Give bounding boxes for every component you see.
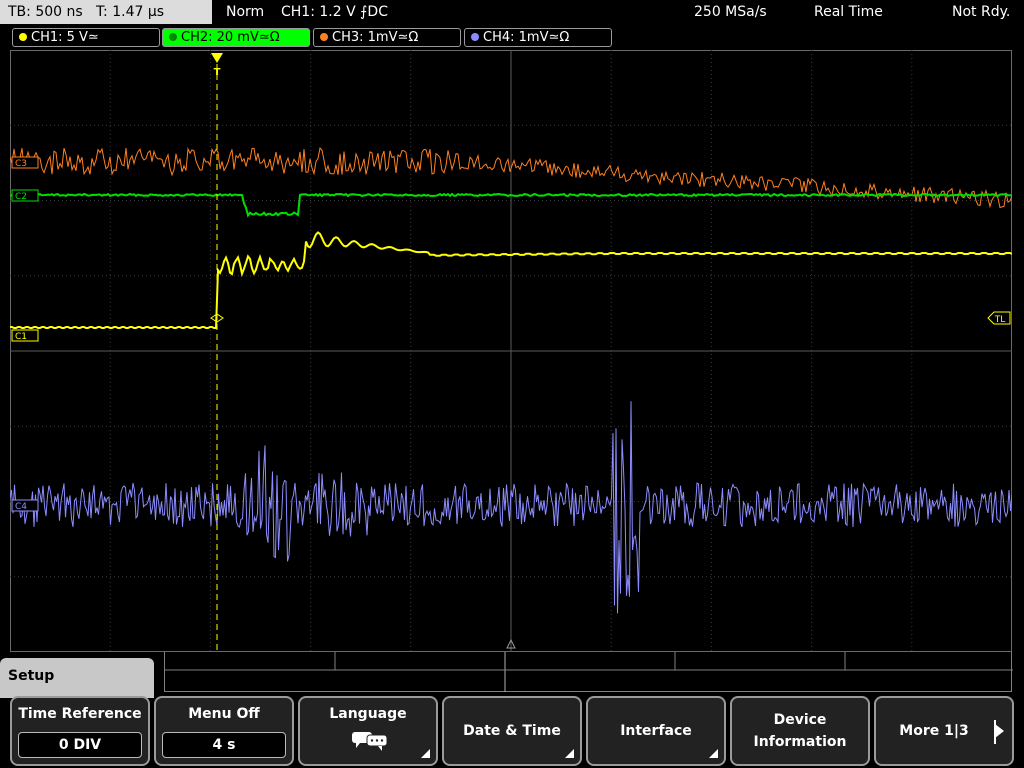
submenu-indicator-icon: [421, 749, 430, 758]
channel-tab-label: CH1: 5 V≃: [31, 30, 99, 45]
ch4-color-dot: [471, 33, 479, 41]
menu-off-value[interactable]: 4 s: [162, 732, 286, 758]
timebase-readout[interactable]: TB: 500 ns T: 1.47 µs: [0, 0, 212, 24]
trigger-mode[interactable]: Norm: [226, 0, 264, 24]
ch3-color-dot: [320, 33, 328, 41]
interface-button[interactable]: Interface: [586, 696, 726, 766]
waveform-display[interactable]: T TL C1 C2 C3 C4: [9, 50, 1013, 652]
ch4-marker-label: C4: [15, 502, 27, 512]
softkey-title: Interface: [620, 723, 692, 739]
channel-tab-ch4[interactable]: CH4: 1mV≃Ω: [464, 28, 612, 47]
status-bar: TB: 500 ns T: 1.47 µs Norm CH1: 1.2 V ⨍D…: [0, 0, 1024, 24]
softkey-title: Language: [329, 706, 407, 722]
channel-tab-ch3[interactable]: CH3: 1mV≃Ω: [313, 28, 461, 47]
ch1-marker-label: C1: [15, 332, 27, 342]
device-information-button[interactable]: Device Information: [730, 696, 870, 766]
acquisition-mode[interactable]: Real Time: [814, 0, 883, 24]
trigger-marker-label: T: [214, 67, 221, 78]
waveform-svg: T TL C1 C2 C3 C4: [9, 50, 1013, 652]
graticule: [10, 50, 1012, 652]
timebase: TB: 500 ns: [8, 4, 83, 20]
speech-bubbles-icon: [352, 732, 388, 751]
more-button[interactable]: More 1|3: [874, 696, 1014, 766]
submenu-indicator-icon: [709, 749, 718, 758]
softkey-title: Device Information: [753, 712, 847, 750]
time-reference-button[interactable]: Time Reference 0 DIV: [10, 696, 150, 766]
ch2-marker-label: C2: [15, 192, 27, 202]
softkey-title: More 1|3: [899, 723, 969, 739]
language-button[interactable]: Language: [298, 696, 438, 766]
measurement-strip-grid: [165, 652, 1013, 692]
menu-title: Setup: [0, 658, 154, 698]
softkey-title: Menu Off: [188, 706, 260, 722]
channel-tab-label: CH2: 20 mV≃Ω: [181, 30, 280, 45]
softkey-title: Date & Time: [463, 723, 561, 739]
channel-bar: CH1: 5 V≃ CH2: 20 mV≃Ω CH3: 1mV≃Ω CH4: 1…: [0, 26, 1024, 48]
trigger-level-label: TL: [994, 315, 1006, 325]
measurement-strip: [164, 652, 1013, 692]
ch1-color-dot: [19, 33, 27, 41]
trigger-position-marker[interactable]: [211, 53, 223, 63]
time-reference-value[interactable]: 0 DIV: [18, 732, 142, 758]
ch3-marker-label: C3: [15, 159, 27, 169]
menu-off-button[interactable]: Menu Off 4 s: [154, 696, 294, 766]
ready-state: Not Rdy.: [952, 4, 1011, 20]
submenu-indicator-icon: [565, 749, 574, 758]
sample-rate: 250 MSa/s: [694, 4, 767, 20]
channel-tab-ch1[interactable]: CH1: 5 V≃: [12, 28, 160, 47]
trigger-setting[interactable]: CH1: 1.2 V ⨍DC: [281, 0, 388, 24]
channel-tab-label: CH4: 1mV≃Ω: [483, 30, 570, 45]
channel-tab-label: CH3: 1mV≃Ω: [332, 30, 419, 45]
softkey-title: Time Reference: [18, 706, 142, 722]
date-time-button[interactable]: Date & Time: [442, 696, 582, 766]
trigger-time: T: 1.47 µs: [96, 4, 165, 20]
next-page-icon: [995, 724, 1004, 738]
ch2-color-dot: [169, 33, 177, 41]
channel-tab-ch2[interactable]: CH2: 20 mV≃Ω: [162, 28, 310, 47]
